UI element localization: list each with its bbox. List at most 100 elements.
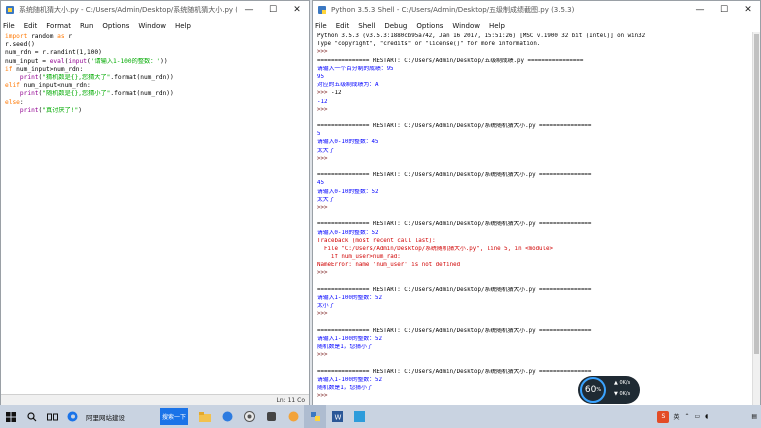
- shell-menu-file[interactable]: File: [315, 22, 327, 30]
- taskbar-search-text: 阿里网站建设: [86, 413, 125, 422]
- shell-line: [317, 213, 756, 221]
- code-line-token: else: [5, 98, 20, 106]
- shell-scroll-thumb[interactable]: [754, 34, 759, 354]
- start-button[interactable]: [0, 405, 22, 428]
- shell-line: -12: [317, 99, 756, 107]
- code-line: if num_input>num_rdn:: [5, 66, 305, 74]
- app-button-4[interactable]: [260, 405, 282, 428]
- chat-app-button[interactable]: [238, 405, 260, 428]
- folder-app-button[interactable]: [194, 405, 216, 428]
- minimize-icon[interactable]: —: [237, 1, 261, 19]
- shell-line: >>>: [317, 49, 756, 57]
- editor-code-area[interactable]: import random as r r.seed() num_rdn = r.ra…: [1, 32, 309, 116]
- shell-line-token: >>>: [317, 393, 331, 400]
- shell-line: 请输入0-10的整数：45: [317, 139, 756, 147]
- code-line-token: "随机数是{},您猜小了": [42, 90, 111, 98]
- shell-line: 45: [317, 180, 756, 188]
- code-line-token: ): [78, 106, 82, 114]
- upload-speed-value: 0K/s: [619, 380, 631, 386]
- editor-menu-edit[interactable]: Edit: [24, 22, 38, 30]
- maximize-icon[interactable]: ☐: [261, 1, 285, 19]
- edge-app-button[interactable]: [216, 405, 238, 428]
- shell-line-token: 太大了: [317, 147, 335, 154]
- app-icon: [288, 411, 298, 422]
- shell-menu-window[interactable]: Window: [452, 22, 480, 30]
- shell-line-token: >>>: [317, 106, 331, 113]
- code-line: import random as r: [5, 33, 305, 41]
- language-indicator[interactable]: 英: [673, 412, 679, 421]
- code-line: num_rdn = r.randint(1,100): [5, 49, 305, 57]
- word-icon: W: [331, 411, 343, 422]
- cpu-percent: 60: [584, 385, 597, 395]
- shell-line-token: 请输入1-100的整数：52: [317, 376, 383, 383]
- shell-menu-help[interactable]: Help: [489, 22, 505, 30]
- shell-line: Python 3.5.3 (v3.5.3:1880cb95a742, Jan 1…: [317, 33, 756, 41]
- maximize-icon[interactable]: ☐: [712, 1, 736, 19]
- shell-line: [317, 361, 756, 369]
- shell-titlebar[interactable]: Python 3.5.3 Shell - C:/Users/Admin/Desk…: [313, 1, 760, 19]
- task-view-button[interactable]: [42, 405, 62, 428]
- shell-line: >>>: [317, 270, 756, 278]
- shell-output-area[interactable]: Python 3.5.3 (v3.5.3:1880cb95a742, Jan 1…: [313, 32, 760, 405]
- shell-line-token: >>>: [317, 49, 331, 56]
- shell-menu-shell[interactable]: Shell: [358, 22, 375, 30]
- edge-browser-icon: [67, 411, 77, 422]
- minimize-icon[interactable]: —: [688, 1, 712, 19]
- edge-browser-button[interactable]: [62, 405, 82, 428]
- shell-line-token: 45: [317, 180, 324, 187]
- python-app-button[interactable]: [304, 405, 326, 428]
- tray-chevron-up-icon[interactable]: ⌃: [684, 413, 689, 420]
- editor-menu-help[interactable]: Help: [175, 22, 191, 30]
- code-line-token: :: [19, 98, 24, 106]
- shell-menu-options[interactable]: Options: [416, 22, 443, 30]
- network-icon[interactable]: ▭: [694, 413, 700, 420]
- cpu-gauge-ring: 60%: [580, 377, 606, 403]
- word-app-button[interactable]: W: [326, 405, 348, 428]
- taskbar-search-box[interactable]: 阿里网站建设: [82, 405, 154, 428]
- shell-scrollbar[interactable]: [752, 32, 760, 405]
- task-view-icon: [46, 413, 58, 420]
- editor-titlebar[interactable]: 系统随机猜大小.py - C:/Users/Admin/Desktop/系统随机…: [1, 1, 309, 19]
- taskbar-search-button[interactable]: 搜索一下: [160, 408, 188, 425]
- shell-line: 5: [317, 131, 756, 139]
- editor-title: 系统随机猜大小.py - C:/Users/Admin/Desktop/系统随机…: [19, 6, 237, 14]
- editor-status-text: Ln: 11 Co: [276, 396, 305, 404]
- shell-line: Type "copyright", "credits" or "license(…: [317, 41, 756, 49]
- editor-menu-run[interactable]: Run: [80, 22, 93, 30]
- editor-menu-window[interactable]: Window: [138, 22, 166, 30]
- shell-line: >>>: [317, 107, 756, 115]
- code-line-token: import: [5, 33, 28, 40]
- search-button[interactable]: [22, 405, 42, 428]
- network-speed-widget[interactable]: 60% ▲ 0K/s ▼ 0K/s: [578, 376, 640, 404]
- notification-icon[interactable]: ▤: [751, 413, 757, 420]
- volume-icon[interactable]: ◖: [705, 413, 708, 420]
- taskbar-search-button-label: 搜索一下: [161, 414, 186, 421]
- shell-line: 太小了: [317, 303, 756, 311]
- code-line: print("随机数是{},您猜小了".format(num_rdn)): [5, 90, 305, 98]
- code-line-token: [5, 107, 20, 114]
- python-icon: [310, 412, 320, 421]
- close-icon[interactable]: ✕: [285, 1, 309, 19]
- python-shell-icon: [318, 6, 326, 14]
- shell-line-token: =============== RESTART: C:/Users/Admin/…: [317, 123, 592, 130]
- shell-line: =============== RESTART: C:/Users/Admin/…: [317, 328, 756, 336]
- code-line-token: num_rdn = r.randint(1,100): [5, 49, 102, 57]
- editor-menu-format[interactable]: Format: [46, 22, 71, 30]
- python-file-icon: [6, 6, 14, 14]
- code-line: else:: [5, 99, 305, 107]
- shell-line: 太大了: [317, 148, 756, 156]
- shell-menu-debug[interactable]: Debug: [384, 22, 407, 30]
- app-button-5[interactable]: [282, 405, 304, 428]
- clock-area[interactable]: [713, 410, 751, 424]
- editor-menu-options[interactable]: Options: [102, 22, 129, 30]
- code-line-token: print: [19, 90, 39, 98]
- editor-window: 系统随机猜大小.py - C:/Users/Admin/Desktop/系统随机…: [0, 0, 310, 406]
- ime-s-icon[interactable]: S: [657, 410, 670, 423]
- close-icon[interactable]: ✕: [736, 1, 760, 19]
- image-app-button[interactable]: [348, 405, 370, 428]
- shell-line-token: =============== RESTART: C:/Users/Admin/…: [317, 221, 592, 228]
- shell-line-token: 随机数是1，您猜小了: [317, 344, 373, 351]
- editor-menu-file[interactable]: File: [3, 22, 15, 30]
- shell-menu-edit[interactable]: Edit: [336, 22, 350, 30]
- upload-speed: ▲ 0K/s: [614, 380, 631, 386]
